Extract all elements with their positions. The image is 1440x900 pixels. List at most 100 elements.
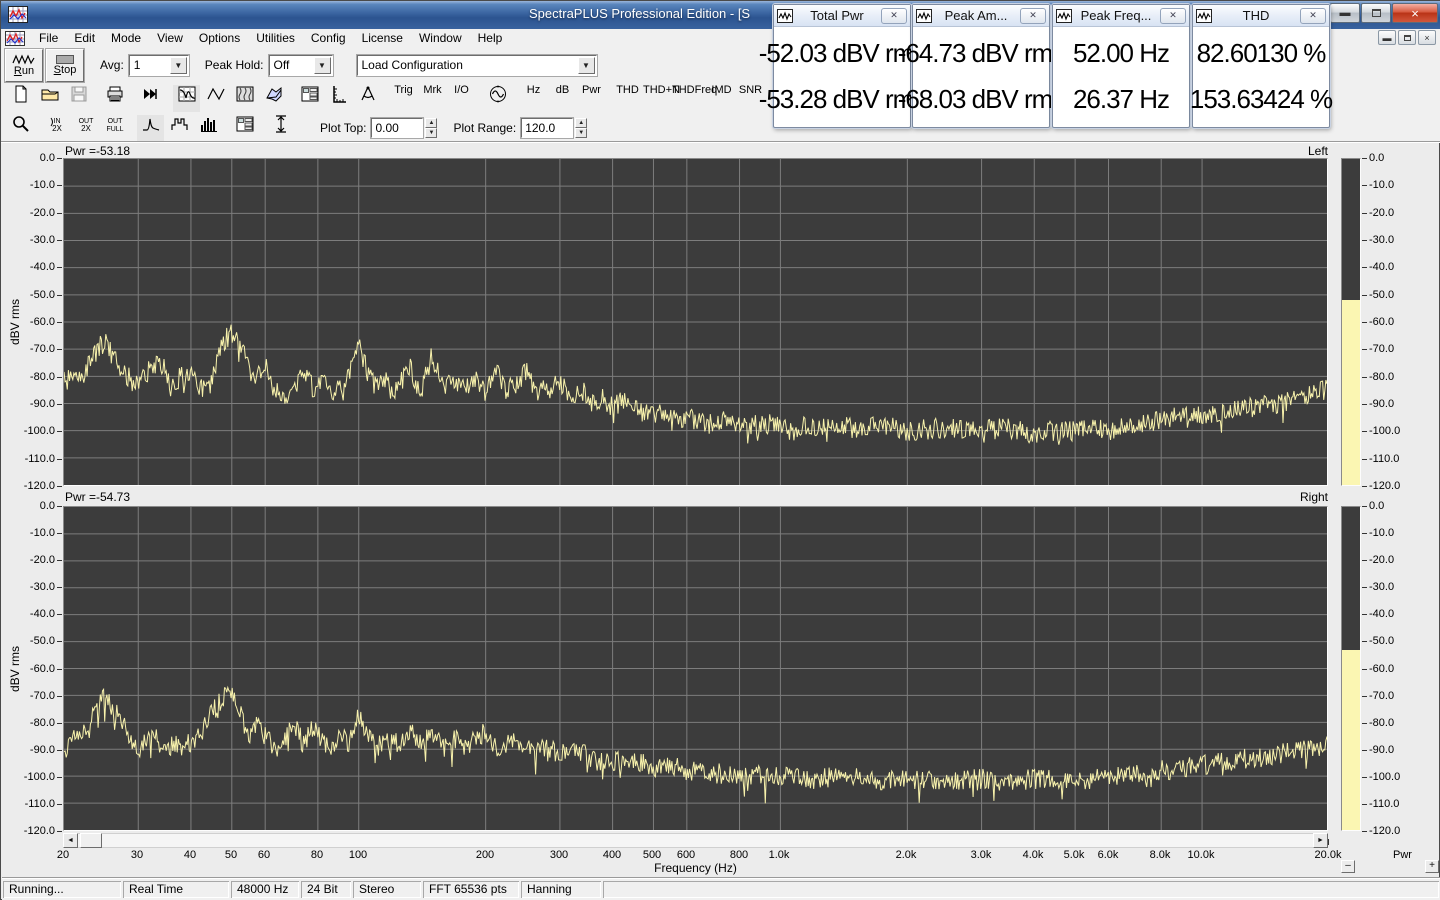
- menu-item-view[interactable]: View: [149, 30, 191, 46]
- new-file-button[interactable]: [7, 85, 34, 112]
- plot-range-spinner[interactable]: ▲ ▼: [575, 118, 588, 138]
- hz-units-button[interactable]: Hz: [520, 84, 547, 112]
- expand-button[interactable]: +: [1425, 860, 1439, 873]
- pwr-units-button[interactable]: Pwr: [578, 84, 605, 112]
- plot-options-button[interactable]: [231, 115, 258, 142]
- mdi-restore-button[interactable]: [1398, 30, 1416, 45]
- plot-range-input[interactable]: [520, 117, 575, 139]
- imd-button[interactable]: IMD: [708, 84, 735, 112]
- thd-n-button[interactable]: THD+N: [643, 84, 680, 112]
- step-plot-button[interactable]: [166, 115, 193, 142]
- menu-item-config[interactable]: Config: [303, 30, 354, 46]
- list-icon: [236, 116, 254, 136]
- peak-hold-select[interactable]: Off ▼: [267, 53, 334, 77]
- shrink-button[interactable]: –: [1341, 860, 1355, 873]
- plot-top-input[interactable]: [370, 117, 425, 139]
- load-configuration-select[interactable]: Load Configuration ▼: [355, 53, 598, 77]
- db-units-button[interactable]: dB: [549, 84, 576, 112]
- spinner-down-icon[interactable]: ▼: [425, 128, 438, 138]
- zoom-button[interactable]: [7, 115, 34, 142]
- chevron-down-icon[interactable]: ▼: [169, 56, 187, 74]
- signal-generator-button[interactable]: [484, 85, 511, 112]
- menu-item-edit[interactable]: Edit: [66, 30, 103, 46]
- zoom-in-2x-button[interactable]: IN 2X: [43, 115, 70, 142]
- menu-item-options[interactable]: Options: [191, 30, 248, 46]
- menu-item-window[interactable]: Window: [411, 30, 470, 46]
- marker-button[interactable]: Mrk: [419, 83, 446, 112]
- panel-header[interactable]: Peak Freq... ✕: [1053, 5, 1189, 27]
- y-tick-label: -120.0: [23, 480, 55, 492]
- vertical-range-button[interactable]: [267, 114, 294, 142]
- marker-button-label: Mrk: [423, 83, 442, 96]
- y-tick-label: -120.0: [1369, 480, 1401, 492]
- io-button[interactable]: I/O: [448, 84, 475, 112]
- minimize-button[interactable]: ▬: [1330, 3, 1360, 23]
- scroll-left-arrow[interactable]: ◄: [63, 833, 78, 848]
- menu-item-help[interactable]: Help: [470, 30, 511, 46]
- playback-speed-button[interactable]: [137, 85, 164, 112]
- spectrogram-view-button[interactable]: [231, 85, 258, 112]
- scroll-right-arrow[interactable]: ►: [1313, 833, 1328, 848]
- spectrum-plot-right[interactable]: [63, 506, 1328, 831]
- time-series-view-button[interactable]: [202, 85, 229, 112]
- x-tick-label: 3.0k: [970, 849, 992, 861]
- thd-button[interactable]: THD: [614, 84, 641, 112]
- menu-item-mode[interactable]: Mode: [103, 30, 149, 46]
- chevron-down-icon[interactable]: ▼: [313, 56, 331, 74]
- menu-item-utilities[interactable]: Utilities: [248, 30, 303, 46]
- zoom-out-2x-button[interactable]: OUT 2X: [72, 115, 99, 142]
- scaling-button[interactable]: [325, 85, 352, 112]
- surface-view-button[interactable]: [260, 85, 287, 112]
- zoom-out-full-button[interactable]: OUT FULL: [101, 115, 128, 142]
- stop-button[interactable]: Stop: [45, 47, 85, 83]
- meter-fill: [1342, 650, 1360, 830]
- avg-select[interactable]: 1 ▼: [127, 53, 190, 77]
- spinner-up-icon[interactable]: ▲: [575, 118, 588, 128]
- chevron-down-icon[interactable]: ▼: [577, 56, 595, 74]
- panel-header[interactable]: Total Pwr ✕: [774, 5, 910, 27]
- x-tick-label: 20: [56, 849, 70, 861]
- trigger-button[interactable]: Trig: [390, 84, 417, 112]
- thd-freq-button[interactable]: THDFreq: [672, 84, 717, 112]
- y-tick-label: 0.0: [1369, 500, 1385, 512]
- y-tick-mark: [57, 240, 62, 241]
- measure-button[interactable]: [354, 85, 381, 112]
- plot-top-spinner[interactable]: ▲ ▼: [425, 118, 438, 138]
- run-button[interactable]: Run: [4, 47, 44, 83]
- open-file-button[interactable]: [36, 85, 63, 112]
- y-tick-mark: [57, 185, 62, 187]
- mdi-close-button[interactable]: ×: [1418, 30, 1436, 45]
- panel-header[interactable]: Peak Am... ✕: [913, 5, 1049, 27]
- bar-plot-button[interactable]: [195, 115, 222, 142]
- print-button[interactable]: [101, 85, 128, 112]
- scrollbar-thumb[interactable]: [80, 833, 102, 848]
- y-tick-label: -20.0: [29, 206, 55, 219]
- menu-item-license[interactable]: License: [354, 30, 411, 46]
- spectrum-view-button[interactable]: [173, 84, 200, 112]
- peak-hold-label: Peak Hold:: [204, 58, 264, 72]
- y-axis-title: dBV rms: [8, 298, 22, 346]
- y-tick-mark: [1362, 695, 1367, 697]
- mdi-minimize-button[interactable]: ▬: [1378, 30, 1396, 45]
- panel-header[interactable]: THD ✕: [1193, 5, 1329, 27]
- frequency-scrollbar[interactable]: [63, 833, 1328, 848]
- y-tick-label: -40.0: [29, 261, 55, 274]
- close-icon[interactable]: ✕: [1300, 7, 1326, 24]
- close-button[interactable]: ×: [1392, 3, 1438, 23]
- in2x-icon: IN 2X: [48, 117, 66, 136]
- restore-button[interactable]: [1361, 3, 1391, 23]
- spectrum-plot-left[interactable]: [63, 158, 1328, 486]
- y-tick-mark: [57, 404, 62, 405]
- y-tick-label: -80.0: [29, 370, 55, 383]
- display-options-button[interactable]: [296, 85, 323, 112]
- panel-value-right: 26.37 Hz: [1072, 83, 1170, 114]
- close-icon[interactable]: ✕: [881, 7, 907, 24]
- line-plot-button[interactable]: [137, 114, 164, 142]
- spinner-up-icon[interactable]: ▲: [425, 118, 438, 128]
- status-section-7: [603, 881, 1439, 898]
- spinner-down-icon[interactable]: ▼: [575, 128, 588, 138]
- y-tick-label: -60.0: [1369, 316, 1395, 328]
- close-icon[interactable]: ✕: [1020, 7, 1046, 24]
- menu-item-file[interactable]: File: [31, 30, 66, 46]
- close-icon[interactable]: ✕: [1160, 7, 1186, 24]
